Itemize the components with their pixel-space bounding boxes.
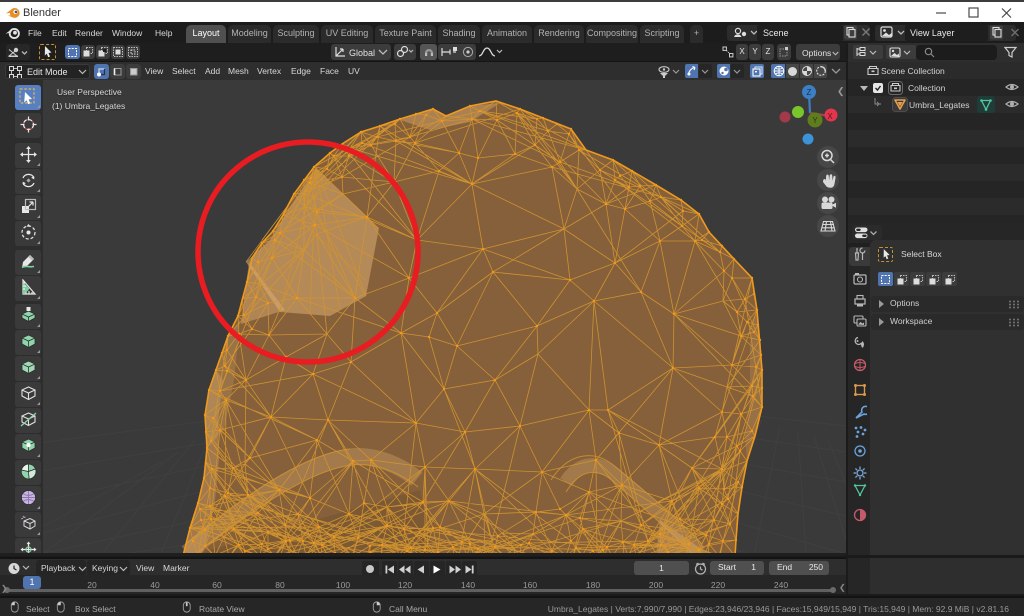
svg-text:Z: Z — [807, 88, 812, 97]
svg-text:Y: Y — [812, 116, 818, 125]
svg-text:X: X — [827, 112, 833, 121]
